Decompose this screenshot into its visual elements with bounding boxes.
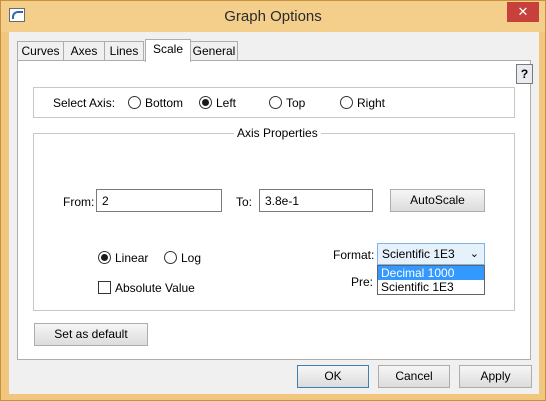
format-select[interactable]: Scientific 1E3 ⌄	[377, 243, 485, 265]
from-input[interactable]	[96, 189, 222, 212]
format-label: Format:	[333, 248, 375, 262]
format-option-decimal[interactable]: Decimal 1000	[378, 266, 484, 280]
format-dropdown-list: Decimal 1000 Scientific 1E3	[377, 265, 485, 295]
scale-tab-panel: ? Select Axis: Bottom Left Top Right Axi…	[17, 60, 533, 360]
graph-options-window: Graph Options ✕ Curves Axes Lines Scale …	[0, 0, 546, 401]
tab-scale[interactable]: Scale	[145, 39, 191, 62]
tab-curves[interactable]: Curves	[17, 41, 64, 60]
select-axis-group: Select Axis: Bottom Left Top Right	[33, 87, 515, 118]
axis-right-radio[interactable]	[340, 96, 353, 109]
autoscale-button[interactable]: AutoScale	[390, 189, 485, 212]
axis-left-label[interactable]: Left	[216, 96, 236, 110]
apply-button[interactable]: Apply	[459, 365, 532, 388]
chevron-down-icon: ⌄	[469, 248, 479, 260]
linear-radio[interactable]	[98, 251, 111, 264]
log-radio[interactable]	[164, 251, 177, 264]
tab-general[interactable]: General	[190, 41, 238, 60]
cancel-button[interactable]: Cancel	[378, 365, 450, 388]
axis-bottom-radio[interactable]	[128, 96, 141, 109]
axis-right-label[interactable]: Right	[357, 96, 385, 110]
format-select-value: Scientific 1E3	[382, 247, 455, 261]
format-option-scientific[interactable]: Scientific 1E3	[378, 280, 484, 294]
axis-top-radio[interactable]	[269, 96, 282, 109]
to-label: To:	[236, 195, 253, 209]
help-button[interactable]: ?	[516, 64, 533, 84]
linear-label[interactable]: Linear	[115, 251, 148, 265]
axis-top-label[interactable]: Top	[286, 96, 305, 110]
tab-axes[interactable]: Axes	[63, 41, 105, 60]
absolute-value-label[interactable]: Absolute Value	[115, 281, 195, 295]
axis-properties-group: Axis Properties From: To: AutoScale Line…	[33, 126, 515, 311]
close-button[interactable]: ✕	[507, 2, 539, 22]
window-title: Graph Options	[224, 8, 322, 25]
from-label: From:	[63, 195, 95, 209]
axis-properties-title: Axis Properties	[234, 126, 321, 140]
to-input[interactable]	[259, 189, 373, 212]
axis-left-radio[interactable]	[199, 96, 212, 109]
tab-lines[interactable]: Lines	[104, 41, 144, 60]
ok-button[interactable]: OK	[297, 365, 369, 388]
axis-bottom-label[interactable]: Bottom	[145, 96, 183, 110]
select-axis-label: Select Axis:	[53, 96, 116, 110]
set-as-default-button[interactable]: Set as default	[34, 323, 148, 346]
absolute-value-checkbox[interactable]	[98, 281, 111, 294]
title-bar[interactable]: Graph Options ✕	[1, 1, 545, 32]
dialog-client-area: Curves Axes Lines Scale General ? Select…	[9, 32, 539, 394]
log-label[interactable]: Log	[181, 251, 201, 265]
precision-label: Pre:	[351, 275, 374, 289]
